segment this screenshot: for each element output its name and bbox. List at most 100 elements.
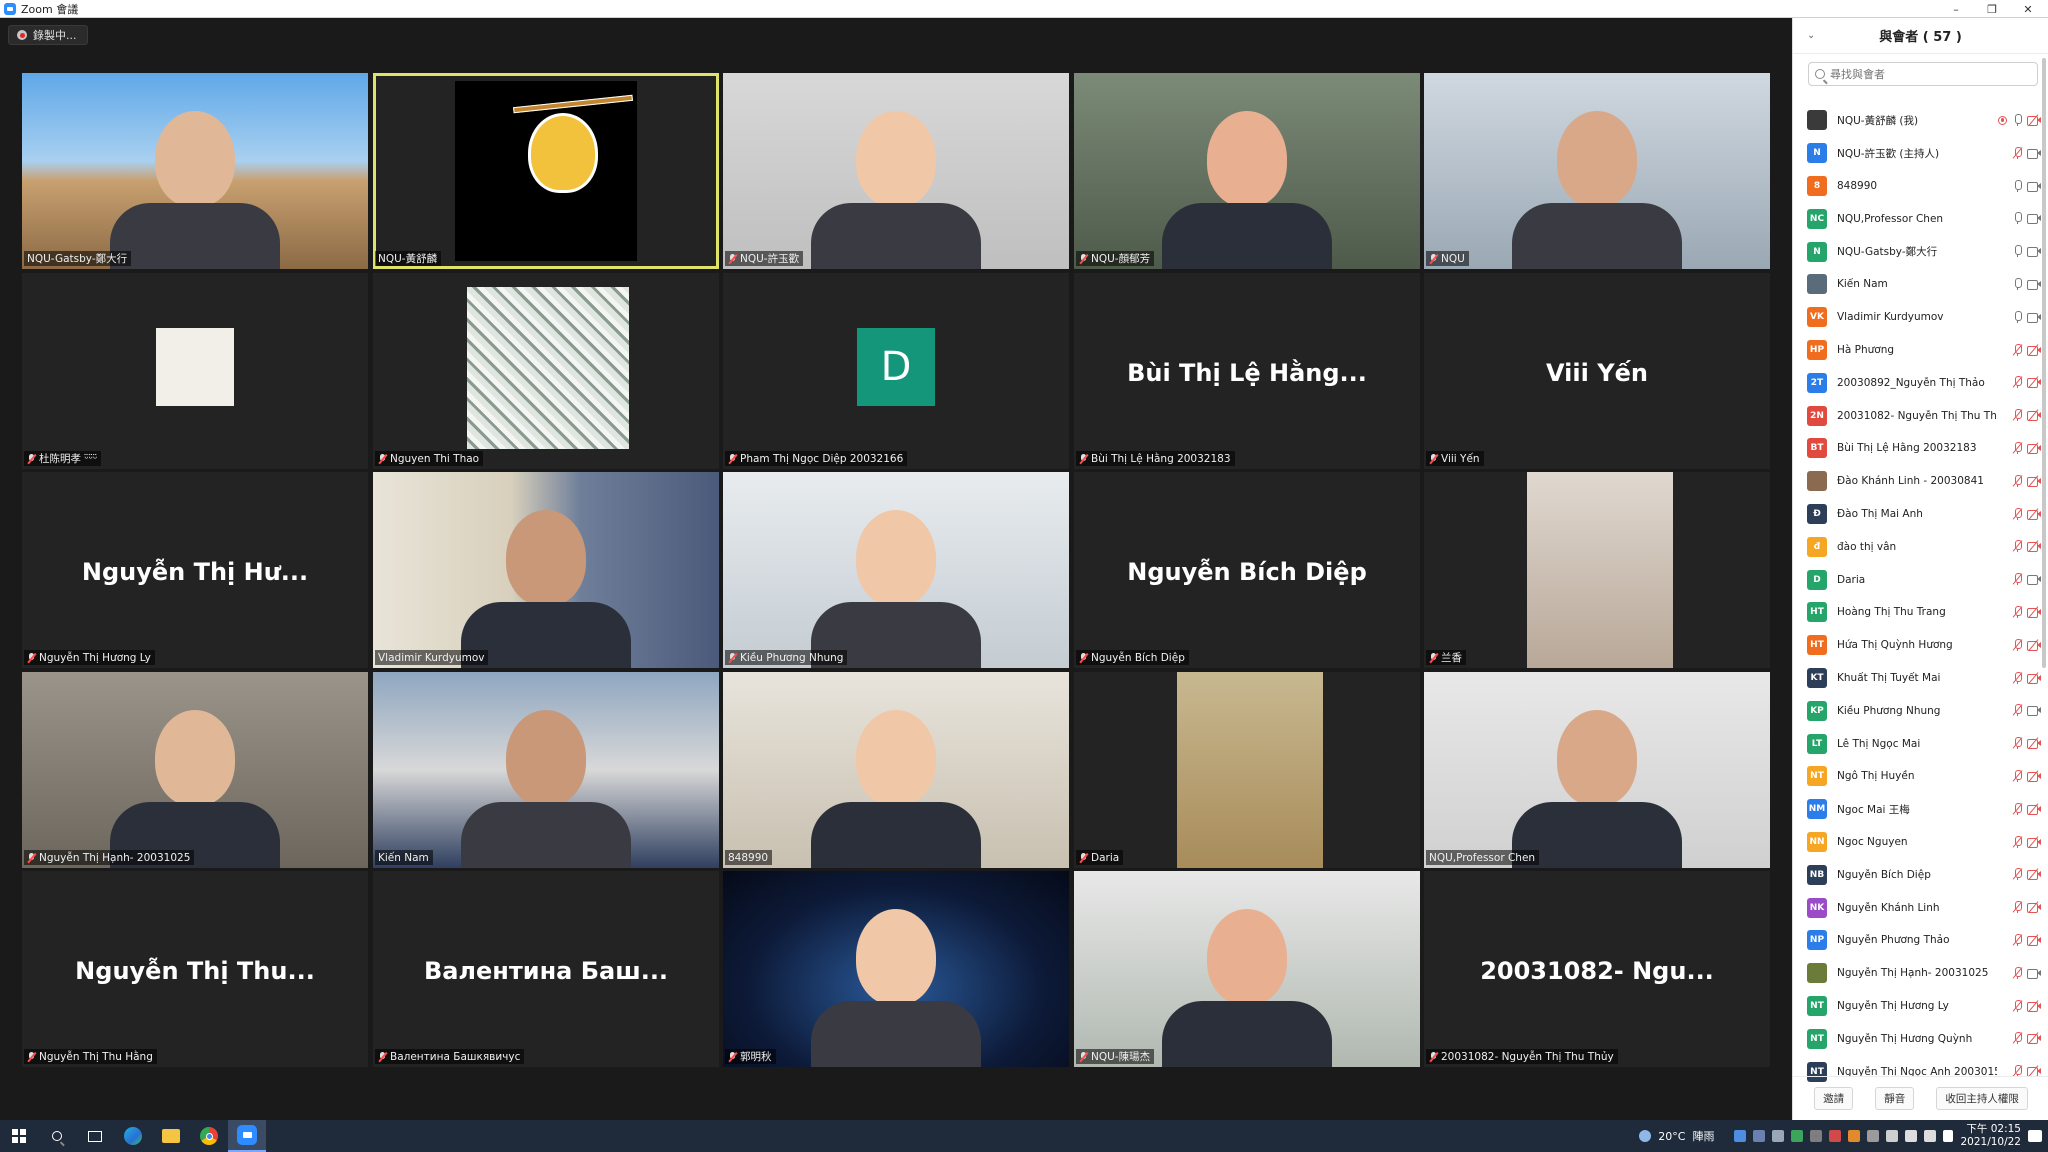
- camera-icon[interactable]: [2027, 181, 2041, 192]
- participant-row[interactable]: 2N 20031082- Nguyễn Thị Thu Thủy: [1793, 399, 2048, 432]
- video-tile[interactable]: 郭明秋: [723, 871, 1069, 1067]
- video-tile[interactable]: 杜陈明孝 ᵕ̈ᵕ̈ᵕ̈: [22, 273, 368, 469]
- video-tile[interactable]: NQU-陳瑒杰: [1074, 871, 1420, 1067]
- notification-center-icon[interactable]: [2028, 1130, 2042, 1142]
- collapse-chevron-icon[interactable]: ⌄: [1807, 30, 1815, 41]
- mic-muted-icon[interactable]: [2012, 409, 2023, 422]
- chrome-button[interactable]: [190, 1120, 228, 1152]
- camera-icon[interactable]: [2027, 279, 2041, 290]
- mic-muted-icon[interactable]: [2012, 638, 2023, 651]
- video-tile[interactable]: Nguyen Thi Thao: [373, 273, 719, 469]
- mic-muted-icon[interactable]: [2012, 901, 2023, 914]
- camera-icon[interactable]: [2027, 213, 2041, 225]
- mic-icon[interactable]: [2013, 310, 2022, 323]
- mic-muted-icon[interactable]: [2012, 376, 2023, 389]
- mic-muted-icon[interactable]: [2012, 671, 2023, 684]
- restore-button[interactable]: ❐: [1974, 0, 2010, 18]
- camera-off-icon[interactable]: [2027, 934, 2041, 946]
- camera-off-icon[interactable]: [2027, 540, 2041, 553]
- mic-icon[interactable]: [2013, 114, 2022, 126]
- camera-off-icon[interactable]: [2027, 671, 2041, 684]
- participant-row[interactable]: NC NQU,Professor Chen: [1793, 202, 2048, 235]
- mic-muted-icon[interactable]: [2012, 835, 2023, 848]
- camera-off-icon[interactable]: [2027, 868, 2041, 881]
- video-tile[interactable]: 848990: [723, 672, 1069, 868]
- weather-temperature[interactable]: 20°C: [1658, 1130, 1685, 1143]
- camera-off-icon[interactable]: [2027, 999, 2041, 1012]
- participant-row[interactable]: D Daria: [1793, 563, 2048, 596]
- camera-off-icon[interactable]: [2027, 376, 2041, 389]
- participant-row[interactable]: NM Ngoc Mai 王梅: [1793, 793, 2048, 826]
- participant-row[interactable]: HT Hứa Thị Quỳnh Hương: [1793, 629, 2048, 662]
- participant-row[interactable]: NT Ngô Thị Huyền: [1793, 760, 2048, 793]
- tray-app-icon[interactable]: [1886, 1130, 1899, 1142]
- recording-indicator[interactable]: 錄製中...: [8, 25, 88, 45]
- camera-icon[interactable]: [2027, 968, 2041, 979]
- video-tile[interactable]: Nguyễn Thị Thu... Nguyễn Thị Thu Hằng: [22, 871, 368, 1067]
- camera-off-icon[interactable]: [2027, 901, 2041, 914]
- mic-muted-icon[interactable]: [2012, 769, 2023, 782]
- minimize-button[interactable]: –: [1938, 0, 1974, 18]
- tray-app-icon[interactable]: [1810, 1130, 1823, 1142]
- participant-row[interactable]: Nguyễn Thị Hạnh- 20031025: [1793, 957, 2048, 990]
- camera-off-icon[interactable]: [2027, 802, 2041, 815]
- participant-row[interactable]: KP Kiều Phương Nhung: [1793, 694, 2048, 727]
- camera-off-icon[interactable]: [2027, 409, 2041, 422]
- participant-row[interactable]: NN Ngoc Nguyen: [1793, 826, 2048, 859]
- video-tile[interactable]: NQU-顏郁芳: [1074, 73, 1420, 269]
- clock[interactable]: 下午 02:15 2021/10/22: [1960, 1123, 2021, 1149]
- camera-icon[interactable]: [2027, 574, 2041, 586]
- video-tile[interactable]: NQU-許玉歡: [723, 73, 1069, 269]
- participant-list-scrollbar[interactable]: [2042, 58, 2046, 668]
- participant-row[interactable]: Đào Khánh Linh - 20030841: [1793, 465, 2048, 498]
- tray-app-icon[interactable]: [1753, 1130, 1766, 1142]
- video-tile[interactable]: Nguyễn Thị Hư... Nguyễn Thị Hương Ly: [22, 472, 368, 668]
- video-tile[interactable]: NQU-黃舒麟: [373, 73, 719, 269]
- mic-muted-icon[interactable]: [2012, 737, 2023, 750]
- mute-all-button[interactable]: 靜音: [1875, 1087, 1915, 1110]
- camera-off-icon[interactable]: [2027, 606, 2041, 618]
- video-tile[interactable]: 20031082- Ngu... 20031082- Nguyễn Thị Thu…: [1424, 871, 1770, 1067]
- volume-icon[interactable]: [1924, 1130, 1937, 1142]
- mic-muted-icon[interactable]: [2012, 999, 2023, 1012]
- participant-row[interactable]: NK Nguyễn Khánh Linh: [1793, 891, 2048, 924]
- reclaim-host-button[interactable]: 收回主持人權限: [1936, 1087, 2028, 1110]
- camera-off-icon[interactable]: [2027, 507, 2041, 520]
- video-tile[interactable]: Viii Yến Viii Yến: [1424, 273, 1770, 469]
- zoom-taskbar-button[interactable]: [228, 1120, 266, 1152]
- mic-muted-icon[interactable]: [2012, 441, 2023, 454]
- video-tile[interactable]: Vladimir Kurdyumov: [373, 472, 719, 668]
- network-icon[interactable]: [1905, 1130, 1918, 1142]
- file-explorer-button[interactable]: [152, 1120, 190, 1152]
- video-tile[interactable]: NQU-Gatsby-鄭大行: [22, 73, 368, 269]
- camera-off-icon[interactable]: [2027, 442, 2041, 454]
- video-tile[interactable]: Валентина Баш... Валентина Башкявичус: [373, 871, 719, 1067]
- mic-muted-icon[interactable]: [2012, 933, 2023, 946]
- participant-row[interactable]: N NQU-Gatsby-鄭大行: [1793, 235, 2048, 268]
- mic-muted-icon[interactable]: [2012, 1032, 2023, 1045]
- video-tile[interactable]: Nguyễn Thị Hạnh- 20031025: [22, 672, 368, 868]
- video-tile[interactable]: Daria: [1074, 672, 1420, 868]
- participant-row[interactable]: NQU-黃舒麟 (我): [1793, 104, 2048, 137]
- video-tile[interactable]: Kiến Nam: [373, 672, 719, 868]
- camera-icon[interactable]: [2027, 312, 2041, 323]
- participant-row[interactable]: 8 848990: [1793, 170, 2048, 203]
- participant-row[interactable]: NP Nguyễn Phương Thảo: [1793, 924, 2048, 957]
- camera-off-icon[interactable]: [2027, 1065, 2041, 1078]
- participant-row[interactable]: NT Nguyễn Thị Hương Quỳnh: [1793, 1022, 2048, 1055]
- mic-muted-icon[interactable]: [2012, 343, 2023, 356]
- participant-row[interactable]: NB Nguyễn Bích Diệp: [1793, 858, 2048, 891]
- camera-icon[interactable]: [2027, 148, 2041, 159]
- invite-button[interactable]: 邀請: [1814, 1087, 1854, 1110]
- participant-search[interactable]: [1808, 62, 2038, 86]
- mic-muted-icon[interactable]: [2012, 540, 2023, 553]
- camera-off-icon[interactable]: [2027, 737, 2041, 750]
- tray-app-icon[interactable]: [1772, 1130, 1785, 1142]
- mic-icon[interactable]: [2013, 212, 2022, 225]
- participant-row[interactable]: đ đào thị vân: [1793, 530, 2048, 563]
- camera-off-icon[interactable]: [2027, 835, 2041, 848]
- participant-search-input[interactable]: [1830, 67, 2020, 81]
- mic-icon[interactable]: [2013, 179, 2022, 192]
- tray-app-icon[interactable]: [1867, 1130, 1880, 1142]
- camera-off-icon[interactable]: [2027, 639, 2041, 651]
